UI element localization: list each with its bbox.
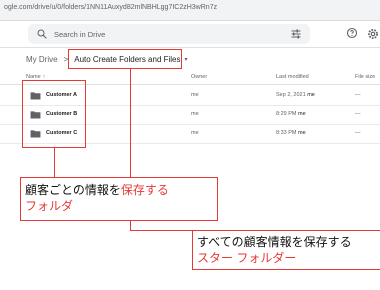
settings-icon[interactable]	[366, 27, 380, 41]
search-icon[interactable]	[36, 28, 48, 40]
file-modified: Sep 2, 2021 me	[276, 92, 315, 98]
annotation-callout-folders: 顧客ごとの情報を保存する フォルダ	[20, 177, 218, 221]
tune-icon[interactable]	[290, 28, 302, 40]
file-owner: me	[191, 92, 199, 98]
drive-toolbar	[0, 21, 380, 48]
file-owner: me	[191, 111, 199, 117]
file-size: —	[355, 130, 361, 136]
callout-text-black: 顧客ごとの情報を	[25, 183, 121, 197]
browser-url-bar[interactable]: ogle.com/drive/u/0/folders/1NN11Auxyd82m…	[0, 0, 380, 21]
help-icon[interactable]	[346, 27, 358, 39]
modified-by: me	[298, 130, 306, 136]
modified-date: Sep 2, 2021	[276, 92, 306, 98]
modified-date: 8:29 PM	[276, 111, 297, 117]
modified-date: 8:33 PM	[276, 130, 297, 136]
callout-text-red: 保存する	[120, 183, 169, 197]
search-input[interactable]	[54, 27, 254, 41]
search-box[interactable]	[28, 24, 310, 44]
file-size: —	[355, 92, 361, 98]
modified-by: me	[298, 111, 306, 117]
column-owner-header[interactable]: Owner	[191, 74, 207, 80]
chevron-down-icon[interactable]: ▾	[185, 56, 188, 63]
column-modified-header[interactable]: Last modified	[276, 74, 309, 80]
url-text[interactable]: ogle.com/drive/u/0/folders/1NN11Auxyd82m…	[4, 4, 217, 11]
breadcrumb-highlight-box	[68, 49, 182, 69]
callout-line-2: スター フォルダー	[197, 251, 297, 265]
callout-line-2: フォルダ	[25, 199, 74, 213]
callout-line-1: すべての顧客情報を保存する	[197, 235, 352, 249]
file-size: —	[355, 111, 361, 117]
file-modified: 8:33 PM me	[276, 130, 306, 136]
breadcrumb-my-drive[interactable]: My Drive	[26, 55, 58, 64]
annotation-callout-star-folder: すべての顧客情報を保存する スター フォルダー	[192, 230, 380, 270]
file-owner: me	[191, 130, 199, 136]
file-modified: 8:29 PM me	[276, 111, 306, 117]
connector-line-folders	[54, 148, 55, 177]
column-size-header[interactable]: File size	[355, 74, 375, 80]
callout-line-1: 顧客ごとの情報を保存する	[25, 182, 213, 198]
modified-by: me	[307, 92, 315, 98]
folders-highlight-box	[22, 80, 86, 148]
